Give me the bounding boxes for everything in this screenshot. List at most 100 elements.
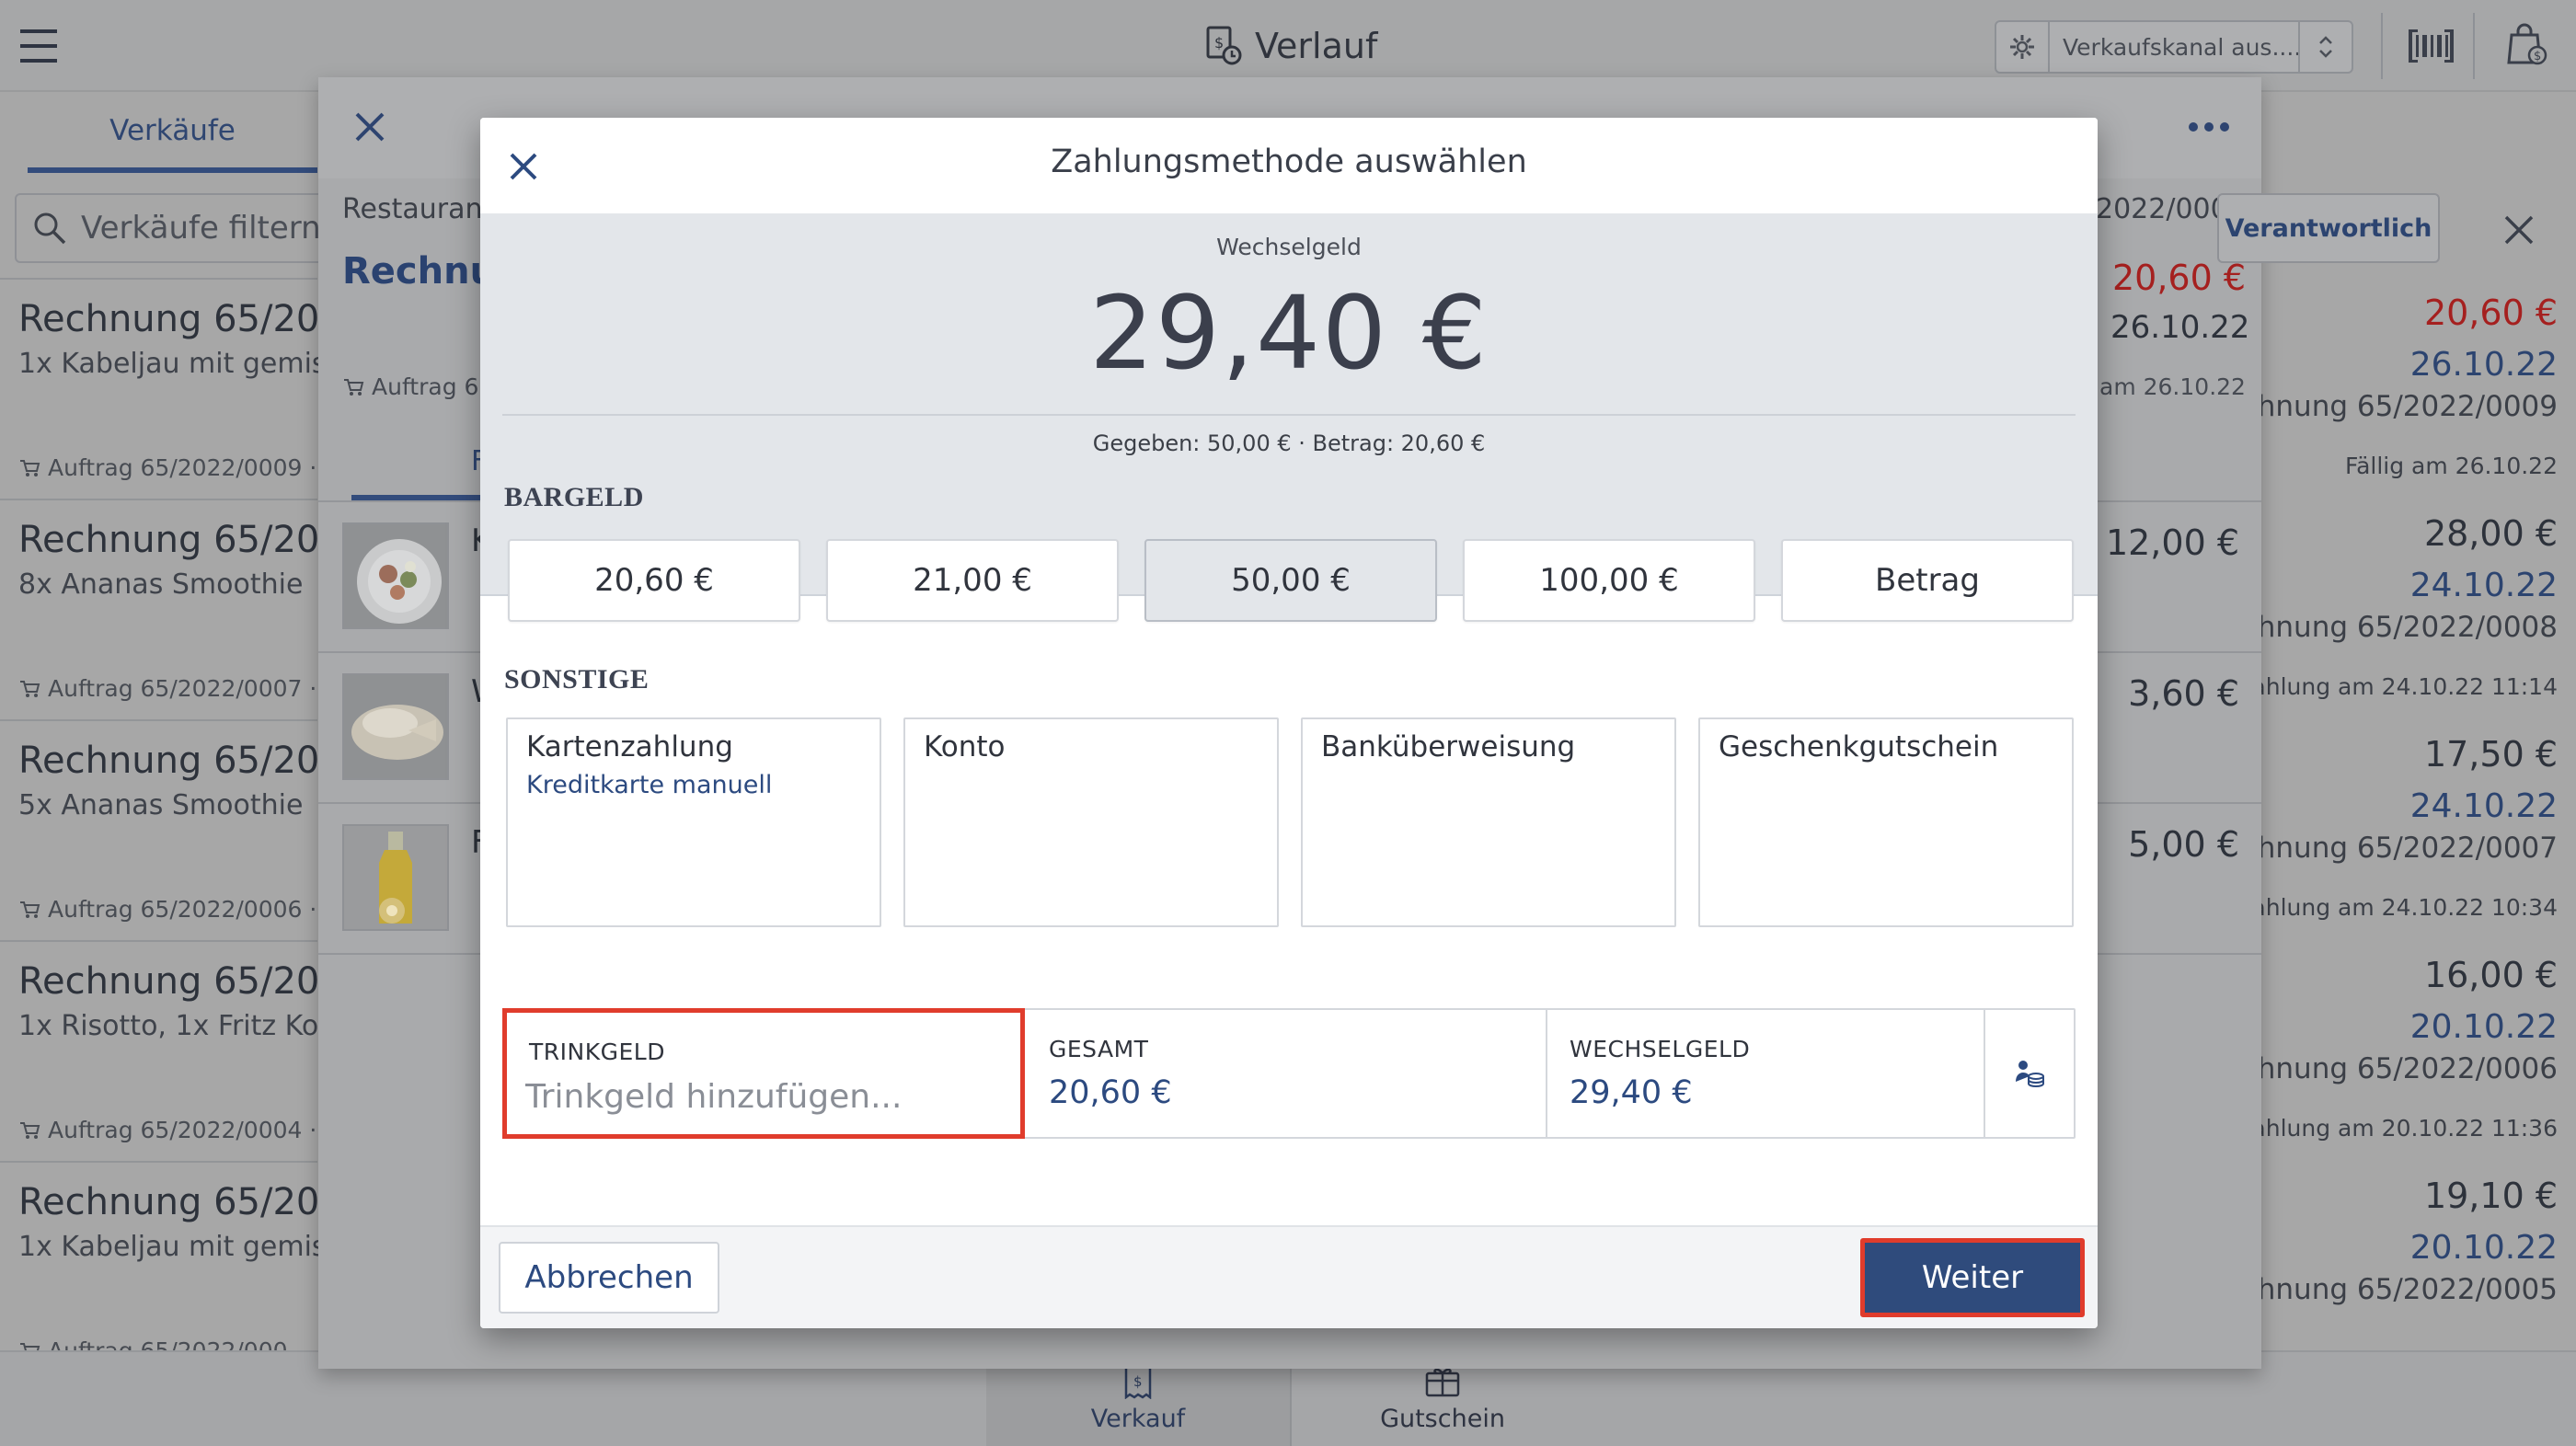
- sales-item-date: 26.10.22: [2409, 346, 2558, 384]
- receipt-icon: $: [1122, 1364, 1154, 1399]
- svg-text:$: $: [2534, 50, 2541, 63]
- sheet-amount: 20,60 €: [2112, 258, 2247, 298]
- responsible-button[interactable]: Verantwortlich: [2217, 193, 2440, 263]
- tip-input[interactable]: [525, 1073, 1004, 1119]
- page-title: $ Verlauf: [1205, 22, 1377, 70]
- sales-item-products: 1x Kabeljau mit gemischt: [18, 348, 370, 380]
- total-field: GESAMT 20,60 €: [1027, 1010, 1547, 1137]
- total-value: 20,60 €: [1049, 1074, 1172, 1111]
- divider: [502, 414, 2076, 416]
- sales-item-amount: 28,00 €: [2423, 513, 2558, 554]
- more-options-icon[interactable]: [2186, 118, 2232, 136]
- sales-list-item-summary[interactable]: 16,00 €20.10.22 Rechnung 65/2022/0006 Barz…: [2201, 940, 2576, 1161]
- tip-label: TRINKGELD: [529, 1039, 665, 1065]
- sales-item-order: Auftrag 65/2022/0006 ·: [18, 896, 316, 923]
- sales-item-amount: 20,60 €: [2423, 293, 2558, 333]
- sales-item-order: Auftrag 65/2022/0004 ·: [18, 1117, 316, 1143]
- payment-method-dialog: Zahlungsmethode auswählen Wechselgeld 29…: [480, 118, 2098, 1328]
- account-payment-option[interactable]: Konto: [903, 717, 1279, 927]
- cart-icon: [342, 377, 364, 397]
- sales-list-item[interactable]: Rechnung 65/2022 8x Ananas Smoothie Auftra…: [0, 499, 366, 719]
- shopping-bag-icon[interactable]: $: [2504, 20, 2550, 68]
- change-label: Wechselgeld: [1216, 234, 1362, 260]
- nav-gutschein-label: Gutschein: [1380, 1404, 1505, 1433]
- cart-icon: [18, 1120, 40, 1141]
- sales-item-date: 20.10.22: [2409, 1229, 2558, 1267]
- sales-item-products: 5x Ananas Smoothie: [18, 789, 304, 821]
- sales-item-amount: 17,50 €: [2423, 734, 2558, 775]
- sales-channel-select[interactable]: Verkaufskanal aus......: [1995, 20, 2353, 74]
- payment-method-subtitle: Kreditkarte manuell: [526, 771, 773, 799]
- search-icon: [31, 210, 68, 247]
- bank-transfer-option[interactable]: Banküberweisung: [1301, 717, 1676, 927]
- card-payment-option[interactable]: Kartenzahlung Kreditkarte manuell: [506, 717, 881, 927]
- sales-item-order-text: Auftrag 65/2022/0007 ·: [48, 675, 317, 702]
- updown-chevron-icon: [2298, 22, 2352, 72]
- sales-list-item[interactable]: Rechnung 65/2022 1x Kabeljau mit gemischt…: [0, 278, 370, 499]
- close-icon[interactable]: [2491, 204, 2547, 256]
- sheet-item-price: 12,00 €: [2105, 522, 2239, 563]
- coins-person-icon[interactable]: [1985, 1010, 2074, 1137]
- change-field: WECHSELGELD 29,40 €: [1547, 1010, 1985, 1137]
- sales-list-item-summary[interactable]: 17,50 €24.10.22 Rechnung 65/2022/0007 Barz…: [2201, 719, 2576, 940]
- sales-item-order-text: Auftrag 65/2022/0009 ·: [48, 454, 317, 481]
- app-title-text: Verlauf: [1255, 26, 1378, 66]
- close-icon[interactable]: [348, 105, 392, 149]
- sheet-location: Restaurant: [342, 193, 494, 225]
- change-amount: 29,40 €: [1089, 274, 1489, 392]
- barcode-scan-icon[interactable]: [2405, 26, 2456, 66]
- sheet-order-text: Auftrag 65: [372, 373, 494, 400]
- svg-text:$: $: [1133, 1373, 1143, 1390]
- gift-voucher-icon: [1424, 1364, 1461, 1399]
- payment-method-title: Geschenkgutschein: [1719, 730, 1999, 763]
- sales-item-date: 24.10.22: [2409, 787, 2558, 825]
- sales-list-item-summary[interactable]: 20,60 €26.10.22 Rechnung 65/2022/0009 Fäll…: [2205, 278, 2576, 499]
- continue-button[interactable]: Weiter: [1860, 1238, 2085, 1317]
- tab-verkaeufe[interactable]: Verkäufe: [28, 94, 317, 173]
- payment-method-title: Konto: [924, 730, 1006, 763]
- toolbar-divider: [2473, 13, 2475, 79]
- cash-option-button[interactable]: 20,60 €: [508, 539, 800, 622]
- sales-filter-input[interactable]: Verkäufe filtern ...: [15, 193, 328, 263]
- cash-option-button[interactable]: 100,00 €: [1463, 539, 1755, 622]
- dialog-title: Zahlungsmethode auswählen: [1051, 143, 1527, 180]
- cancel-button[interactable]: Abbrechen: [499, 1242, 719, 1314]
- gift-voucher-option[interactable]: Geschenkgutschein: [1698, 717, 2074, 927]
- channel-gear-icon: [1996, 22, 2050, 72]
- sales-item-products: 8x Ananas Smoothie: [18, 568, 304, 601]
- other-section-label: SONSTIGE: [504, 664, 650, 694]
- sales-item-order: Auftrag 65/2022/0009 ·: [18, 454, 316, 481]
- sales-item-order: Auftrag 65/2022/0007 ·: [18, 675, 316, 702]
- sales-item-payment-status: Fällig am 26.10.22: [2344, 453, 2558, 479]
- sales-item-products: 1x Risotto, 1x Fritz Kola: [18, 1010, 343, 1042]
- sales-item-title: Rechnung 65/2022: [18, 1181, 367, 1223]
- cart-icon: [18, 900, 40, 920]
- total-label: GESAMT: [1049, 1036, 1149, 1062]
- toolbar-divider: [2381, 13, 2383, 79]
- cash-option-button-selected[interactable]: 50,00 €: [1144, 539, 1437, 622]
- cash-section-label: BARGELD: [504, 482, 644, 512]
- sales-item-order-text: Auftrag 65/2022/0006 ·: [48, 896, 317, 923]
- sales-item-title: Rechnung 65/2022: [18, 960, 367, 1003]
- sales-list-item[interactable]: Rechnung 65/2022 1x Risotto, 1x Fritz Kol…: [0, 940, 366, 1161]
- sales-item-products: 1x Kabeljau mit gemischt: [18, 1231, 370, 1263]
- receipt-clock-icon: $: [1205, 26, 1242, 66]
- tip-field[interactable]: TRINKGELD: [502, 1008, 1025, 1139]
- custom-amount-button[interactable]: Betrag: [1781, 539, 2074, 622]
- sales-list-item[interactable]: Rechnung 65/2022 1x Kabeljau mit gemischt…: [0, 1161, 370, 1382]
- sheet-date: 26.10.22: [2110, 309, 2250, 346]
- sheet-item-price: 3,60 €: [2128, 673, 2239, 714]
- cart-icon: [18, 458, 40, 478]
- hamburger-menu-icon[interactable]: [20, 28, 68, 64]
- cash-option-button[interactable]: 21,00 €: [826, 539, 1119, 622]
- change-field-value: 29,40 €: [1570, 1074, 1693, 1111]
- payment-method-title: Banküberweisung: [1321, 730, 1576, 763]
- juice-bottle-image: [342, 824, 449, 931]
- sales-item-title: Rechnung 65/2022: [18, 740, 367, 782]
- sales-list-item[interactable]: Rechnung 65/2022 5x Ananas Smoothie Auftra…: [0, 719, 366, 940]
- totals-row: TRINKGELD GESAMT 20,60 € WECHSELGELD 29,…: [502, 1008, 2076, 1139]
- sales-list-item-summary[interactable]: 19,10 €20.10.22 Rechnung 65/2022/0005: [2205, 1161, 2576, 1382]
- sales-list-item-summary[interactable]: 28,00 €24.10.22 Rechnung 65/2022/0008 Barz…: [2201, 499, 2576, 719]
- nav-verkauf-label: Verkauf: [1090, 1404, 1186, 1433]
- cheese-image: [342, 673, 449, 780]
